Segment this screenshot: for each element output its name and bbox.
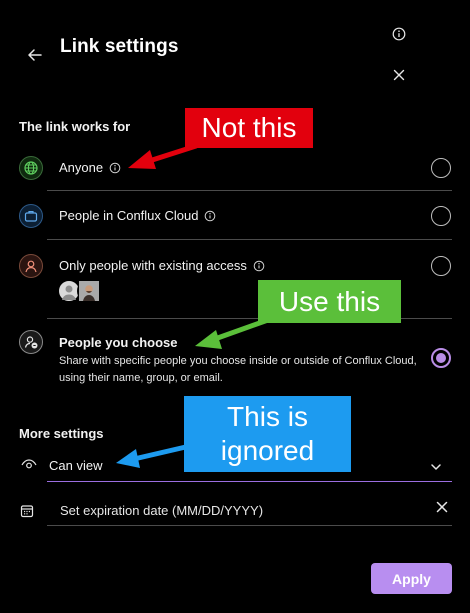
annotation-not-this: Not this xyxy=(185,108,313,148)
annotation-ignored: This is ignored xyxy=(184,396,351,472)
page-title: Link settings xyxy=(60,36,179,57)
divider xyxy=(47,190,452,191)
info-icon[interactable] xyxy=(204,210,216,222)
radio-existing-access[interactable] xyxy=(431,256,451,276)
radio-people-in-org[interactable] xyxy=(431,206,451,226)
input-underline xyxy=(47,525,452,526)
info-icon[interactable] xyxy=(253,260,265,272)
chevron-down-icon xyxy=(430,460,442,478)
option-description: Share with specific people you choose in… xyxy=(59,355,417,384)
radio-anyone[interactable] xyxy=(431,158,451,178)
avatar xyxy=(77,279,101,303)
option-anyone-label: Anyone xyxy=(59,160,104,175)
permission-value: Can view xyxy=(49,458,103,473)
radio-people-you-choose[interactable] xyxy=(431,348,451,368)
person-icon xyxy=(19,254,43,278)
option-people-in-org[interactable]: People in Conflux Cloud xyxy=(19,204,452,228)
more-settings-heading: More settings xyxy=(19,426,104,441)
clear-date-icon[interactable] xyxy=(435,500,449,519)
info-icon[interactable] xyxy=(392,27,406,41)
person-lock-icon xyxy=(19,330,43,354)
eye-icon xyxy=(21,458,37,477)
calendar-icon xyxy=(20,504,34,523)
globe-icon xyxy=(19,156,43,180)
divider xyxy=(47,239,452,240)
expiration-date-placeholder: Set expiration date (MM/DD/YYYY) xyxy=(60,503,264,518)
annotation-use-this: Use this xyxy=(258,280,401,323)
info-icon[interactable] xyxy=(109,162,121,174)
apply-button[interactable]: Apply xyxy=(371,563,452,594)
dropdown-underline xyxy=(47,481,452,482)
back-arrow-icon[interactable] xyxy=(24,44,46,66)
option-people-you-choose-label: People you choose xyxy=(59,335,178,350)
option-existing-access-label: Only people with existing access xyxy=(59,258,247,273)
option-anyone[interactable]: Anyone xyxy=(19,156,452,180)
close-icon[interactable] xyxy=(392,68,406,82)
avatar-group xyxy=(57,279,105,305)
link-works-for-heading: The link works for xyxy=(19,119,131,134)
option-people-in-org-label: People in Conflux Cloud xyxy=(59,208,199,223)
expiration-date-input[interactable]: Set expiration date (MM/DD/YYYY) xyxy=(47,498,427,524)
briefcase-icon xyxy=(19,204,43,228)
